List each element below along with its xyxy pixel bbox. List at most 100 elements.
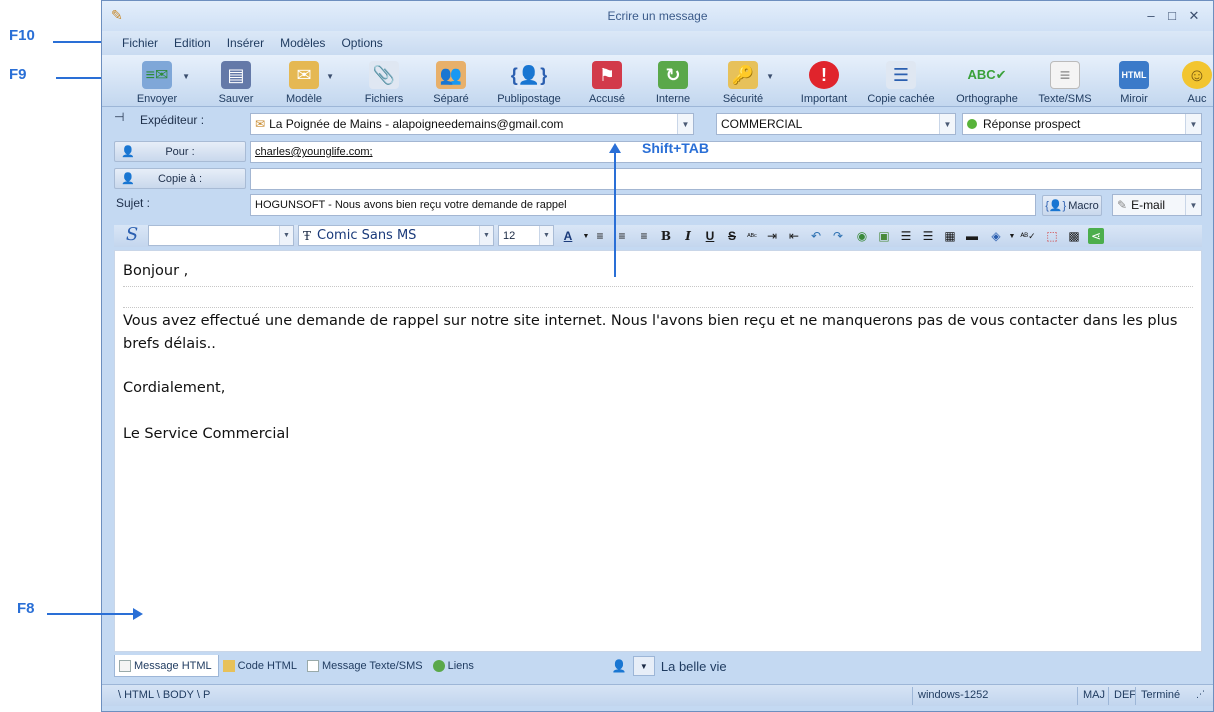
signature-person-icon: 👤	[611, 659, 627, 673]
contact-icon: 👤	[121, 173, 135, 185]
copie-field[interactable]	[250, 168, 1202, 190]
pin-icon[interactable]: ⊣	[114, 110, 124, 124]
menu-options[interactable]: Options	[341, 36, 382, 50]
envoyer-button[interactable]: ≡✉ Envoyer ▼	[132, 57, 190, 105]
menu-modeles[interactable]: Modèles	[280, 36, 325, 50]
pour-field[interactable]: charles@younglife.com;	[250, 141, 1202, 163]
font-color-icon[interactable]: A	[560, 228, 576, 244]
menu-inserer[interactable]: Insérer	[227, 36, 264, 50]
chevron-down-icon[interactable]: ▼	[479, 226, 493, 245]
mail-merge-icon: {👤}	[511, 61, 547, 89]
fill-color-icon[interactable]: ◈	[988, 228, 1004, 244]
shift-tab-arrow	[609, 143, 621, 277]
align-center-icon[interactable]: ≡	[614, 228, 630, 244]
spell-format-icon[interactable]: ᴬᴮᶜ	[744, 228, 760, 244]
miroir-button[interactable]: HTML Miroir	[1114, 57, 1154, 105]
resize-grip-icon[interactable]: ⋰	[1196, 689, 1205, 700]
status-bar: \ HTML \ BODY \ P windows-1252 MAJ DEF T…	[102, 684, 1213, 706]
menu-edition[interactable]: Edition	[174, 36, 211, 50]
tab-code-html[interactable]: Code HTML	[219, 655, 303, 677]
shift-tab-annotation: Shift+TAB	[642, 140, 710, 156]
link-icon[interactable]: ◉	[854, 228, 870, 244]
font-select[interactable]: Ŧ Comic Sans MS ▼	[298, 225, 494, 246]
accuse-button[interactable]: ⚑ Accusé	[586, 57, 628, 105]
sujet-field[interactable]: HOGUNSOFT - Nous avons bien reçu votre d…	[250, 194, 1036, 216]
outdent-icon[interactable]: ⇤	[786, 228, 802, 244]
sauver-button[interactable]: ▤ Sauver	[214, 57, 258, 105]
style-select[interactable]: ▼	[148, 225, 294, 246]
spellcheck-icon: ABC✔	[967, 67, 1007, 82]
type-select[interactable]: Réponse prospect ▼	[962, 113, 1202, 135]
tab-message-texte-sms[interactable]: Message Texte/SMS	[303, 655, 429, 677]
format-toolbar: S ▼ Ŧ Comic Sans MS ▼ 12 ▼ A ▼ ≡ ≡ ≡ B I…	[114, 224, 1202, 247]
securite-dropdown-icon[interactable]: ▼	[766, 72, 774, 81]
load-status: Terminé	[1141, 689, 1181, 701]
f9-annotation: F9	[9, 66, 27, 83]
copie-cachee-button[interactable]: ☰ Copie cachée	[866, 57, 936, 105]
style-icon[interactable]: S	[124, 224, 140, 245]
strikethrough-icon[interactable]: S	[724, 228, 740, 244]
fichiers-button[interactable]: 📎 Fichiers	[360, 57, 408, 105]
texte-sms-button[interactable]: ≡ Texte/SMS	[1036, 57, 1094, 105]
qrcode-icon[interactable]: ▩	[1066, 228, 1082, 244]
spell-check-icon[interactable]: ᴬᴮ✓	[1020, 228, 1036, 244]
size-select[interactable]: 12 ▼	[498, 225, 554, 246]
empty-paragraph	[123, 286, 1193, 308]
maximize-button[interactable]: □	[1163, 8, 1181, 24]
chevron-down-icon[interactable]: ▼	[1185, 195, 1201, 215]
menu-fichier[interactable]: Fichier	[122, 36, 158, 50]
underline-icon[interactable]: U	[702, 228, 718, 244]
orthographe-button[interactable]: ABC✔ Orthographe	[952, 57, 1022, 105]
italic-icon[interactable]: I	[680, 228, 696, 244]
channel-select[interactable]: ✎ E-mail ▼	[1112, 194, 1202, 216]
body-paragraph: Vous avez effectué une demande de rappel…	[123, 313, 1178, 352]
contact-icon: 👤	[121, 146, 135, 158]
sender-icon: ✉	[255, 117, 266, 131]
horizontal-rule-icon[interactable]: ▬	[964, 228, 980, 244]
macro-icon: {👤}	[1045, 200, 1067, 212]
modele-button[interactable]: ✉ Modèle ▼	[282, 57, 334, 105]
modele-dropdown-icon[interactable]: ▼	[326, 72, 334, 81]
html-mirror-icon: HTML	[1119, 61, 1149, 89]
image-icon[interactable]: ▣	[876, 228, 892, 244]
internal-user-icon: ↻	[658, 61, 688, 89]
numbered-list-icon[interactable]: ☰	[898, 228, 914, 244]
chevron-down-icon[interactable]: ▼	[1004, 228, 1020, 244]
selection-icon[interactable]: ⬚	[1044, 228, 1060, 244]
macro-button[interactable]: {👤} Macro	[1042, 195, 1102, 216]
message-editor[interactable]: Bonjour , Vous avez effectué une demande…	[114, 250, 1202, 652]
email-icon: ✎	[1117, 198, 1128, 212]
minimize-button[interactable]: –	[1142, 8, 1160, 24]
share-icon[interactable]: ⋖	[1088, 228, 1104, 244]
indent-icon[interactable]: ⇥	[764, 228, 780, 244]
publipostage-button[interactable]: {👤} Publipostage	[494, 57, 564, 105]
important-icon: !	[809, 61, 839, 89]
table-icon[interactable]: ▦	[942, 228, 958, 244]
copie-button[interactable]: 👤 Copie à :	[114, 168, 246, 189]
category-select[interactable]: COMMERCIAL ▼	[716, 113, 956, 135]
tab-liens[interactable]: Liens	[429, 655, 480, 677]
align-right-icon[interactable]: ≡	[636, 228, 652, 244]
auc-button[interactable]: ☺ Auc	[1182, 57, 1212, 105]
chevron-down-icon[interactable]: ▼	[677, 114, 693, 134]
close-button[interactable]: ✕	[1185, 8, 1203, 24]
securite-button[interactable]: 🔑 Sécurité ▼	[720, 57, 774, 105]
redo-icon[interactable]: ↷	[830, 228, 846, 244]
bold-icon[interactable]: B	[658, 228, 674, 244]
tab-message-html[interactable]: Message HTML	[114, 655, 219, 677]
signature-dropdown-button[interactable]: ▼	[632, 656, 655, 676]
separe-button[interactable]: 👥 Séparé	[428, 57, 474, 105]
align-left-icon[interactable]: ≡	[592, 228, 608, 244]
expediteur-select[interactable]: ✉ La Poignée de Mains - alapoigneedemain…	[250, 113, 694, 135]
interne-button[interactable]: ↻ Interne	[650, 57, 696, 105]
bullet-list-icon[interactable]: ☰	[920, 228, 936, 244]
undo-icon[interactable]: ↶	[808, 228, 824, 244]
envoyer-dropdown-icon[interactable]: ▼	[182, 72, 190, 81]
chevron-down-icon[interactable]: ▼	[539, 226, 553, 245]
bcc-list-icon: ☰	[886, 61, 916, 89]
chevron-down-icon[interactable]: ▼	[939, 114, 955, 134]
important-button[interactable]: ! Important	[796, 57, 852, 105]
chevron-down-icon[interactable]: ▼	[1185, 114, 1201, 134]
chevron-down-icon[interactable]: ▼	[279, 226, 293, 245]
pour-button[interactable]: 👤 Pour :	[114, 141, 246, 162]
